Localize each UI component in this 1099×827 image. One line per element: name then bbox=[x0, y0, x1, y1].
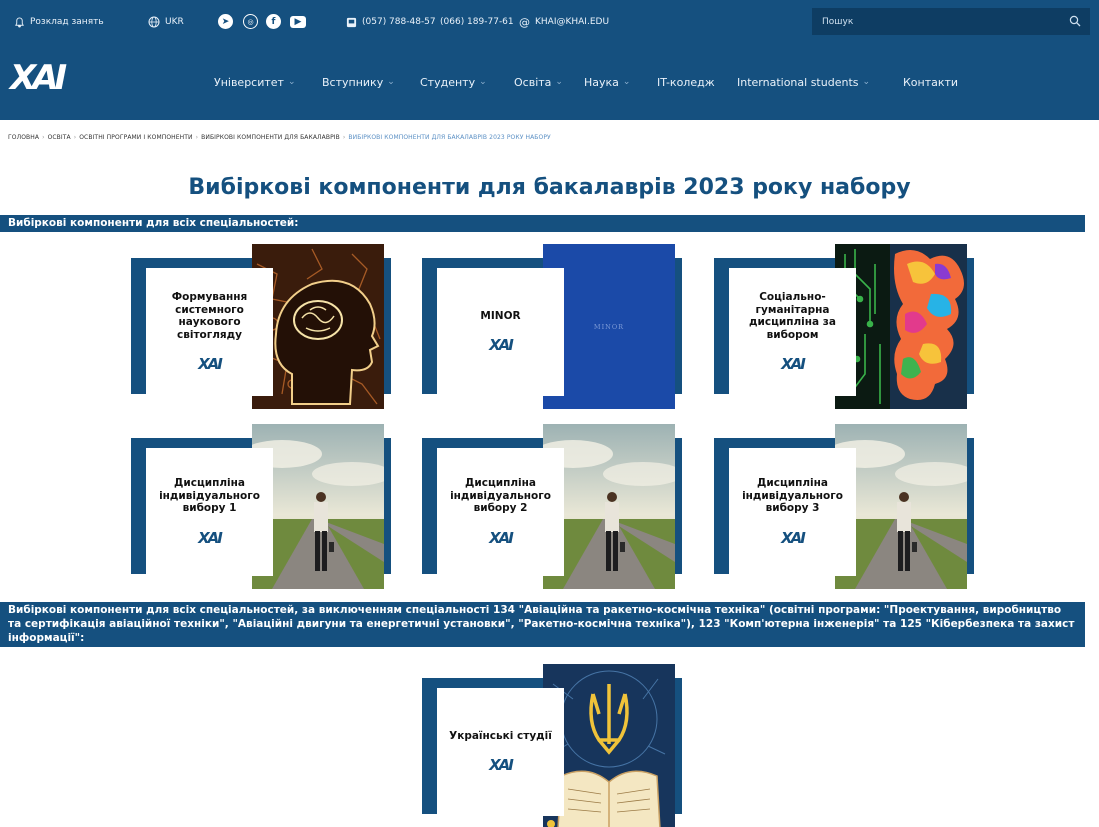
nav-item-science[interactable]: Наука ⌄ bbox=[584, 44, 630, 120]
language-switcher[interactable]: UKR bbox=[148, 0, 184, 44]
chevron-down-icon: ⌄ bbox=[479, 77, 487, 87]
minor-art-text: MINOR bbox=[593, 322, 625, 331]
phone-icon bbox=[346, 17, 357, 28]
nav-item-international[interactable]: International students ⌄ bbox=[737, 44, 870, 120]
card-logo: ХАІ bbox=[489, 336, 514, 355]
search-button[interactable] bbox=[1060, 8, 1090, 35]
search-input[interactable] bbox=[812, 8, 1060, 35]
chevron-down-icon: ⌄ bbox=[287, 77, 296, 87]
phone-link-1[interactable]: (057) 788-48-57 bbox=[346, 0, 436, 44]
chevron-down-icon: ⌄ bbox=[622, 77, 631, 87]
nav-label: Студенту bbox=[420, 75, 476, 89]
course-card-individual-choice-3[interactable]: Дисципліна індивідуального вибору 3 ХАІ bbox=[714, 424, 974, 589]
course-card-humanities[interactable]: Соціально-гуманітарна дисципліна за вибо… bbox=[714, 244, 974, 409]
course-card-individual-choice-2[interactable]: Дисципліна індивідуального вибору 2 ХАІ bbox=[422, 424, 682, 589]
card-label-panel: Українські студії ХАІ bbox=[437, 688, 564, 816]
main-navigation: ХАІ Університет ⌄ Вступнику ⌄ Студенту ⌄ Ос… bbox=[0, 44, 1099, 120]
search-box bbox=[812, 8, 1090, 35]
card-label-panel: Формування системного наукового світогля… bbox=[146, 268, 273, 396]
nav-label: Контакти bbox=[903, 75, 959, 89]
course-card-scientific-worldview[interactable]: Формування системного наукового світогля… bbox=[131, 244, 391, 409]
breadcrumb-programs[interactable]: ОСВІТНІ ПРОГРАМИ І КОМПОНЕНТИ bbox=[79, 134, 192, 141]
top-utility-bar: Розклад занять UKR ➤ ◎ f ▶ (057) 788-48-… bbox=[0, 0, 1099, 44]
chevron-down-icon: ⌄ bbox=[862, 77, 871, 87]
bell-icon bbox=[14, 16, 25, 28]
course-card-minor[interactable]: MINOR MINOR ХАІ bbox=[422, 244, 682, 409]
language-label: UKR bbox=[165, 17, 184, 27]
instagram-icon[interactable]: ◎ bbox=[243, 14, 258, 29]
card-label-panel: Дисципліна індивідуального вибору 1 ХАІ bbox=[146, 448, 273, 576]
search-icon bbox=[1069, 12, 1081, 31]
card-title: Формування системного наукового світогля… bbox=[171, 291, 248, 341]
card-logo: ХАІ bbox=[198, 355, 223, 373]
card-title: MINOR bbox=[480, 309, 521, 322]
breadcrumb-separator: › bbox=[195, 134, 199, 141]
card-title: Соціально-гуманітарна дисципліна за вибо… bbox=[749, 291, 836, 341]
nav-label: International students bbox=[737, 75, 859, 89]
page-title: Вибіркові компоненти для бакалаврів 2023… bbox=[188, 175, 911, 200]
schedule-label: Розклад занять bbox=[30, 17, 104, 27]
nav-label: Університет bbox=[214, 75, 284, 89]
email-link[interactable]: @ KHAI@KHAI.EDU bbox=[519, 0, 609, 44]
phone-2: (066) 189-77-61 bbox=[440, 17, 514, 27]
facebook-icon[interactable]: f bbox=[266, 14, 281, 29]
card-logo: ХАІ bbox=[781, 355, 806, 373]
card-logo: ХАІ bbox=[198, 528, 223, 547]
chevron-down-icon: ⌄ bbox=[555, 77, 563, 87]
card-logo: ХАІ bbox=[781, 528, 806, 547]
at-icon: @ bbox=[519, 15, 530, 29]
nav-item-student[interactable]: Студенту ⌄ bbox=[420, 44, 487, 120]
youtube-icon[interactable]: ▶ bbox=[290, 16, 306, 28]
breadcrumb-education[interactable]: ОСВІТА bbox=[48, 134, 71, 141]
chevron-down-icon: ⌄ bbox=[387, 77, 395, 87]
nav-label: Освіта bbox=[514, 75, 552, 89]
nav-label: Вступнику bbox=[322, 75, 384, 89]
card-label-panel: Соціально-гуманітарна дисципліна за вибо… bbox=[729, 268, 856, 396]
card-title: Українські студії bbox=[449, 729, 552, 742]
breadcrumb-separator: › bbox=[42, 134, 45, 141]
nav-item-university[interactable]: Університет ⌄ bbox=[214, 44, 296, 120]
breadcrumb-separator: › bbox=[342, 134, 346, 141]
card-title: Дисципліна індивідуального вибору 2 bbox=[450, 477, 551, 515]
card-title: Дисципліна індивідуального вибору 1 bbox=[159, 477, 260, 515]
nav-item-contacts[interactable]: Контакти bbox=[903, 44, 958, 120]
breadcrumb: ГОЛОВНА › ОСВІТА › ОСВІТНІ ПРОГРАМИ І КОМПОН… bbox=[8, 134, 551, 141]
nav-item-education[interactable]: Освіта ⌄ bbox=[514, 44, 563, 120]
phone-1: (057) 788-48-57 bbox=[362, 17, 436, 27]
card-label-panel: Дисципліна індивідуального вибору 2 ХАІ bbox=[437, 448, 564, 576]
card-logo: ХАІ bbox=[489, 528, 514, 547]
breadcrumb-current: ВИБІРКОВІ КОМПОНЕНТИ ДЛЯ БАКАЛАВРІВ 2023… bbox=[348, 134, 551, 141]
site-logo[interactable]: ХАІ bbox=[10, 58, 67, 98]
breadcrumb-home[interactable]: ГОЛОВНА bbox=[8, 134, 39, 141]
globe-icon bbox=[148, 16, 160, 28]
card-label-panel: MINOR ХАІ bbox=[437, 268, 564, 396]
section-heading-excluding-specialties: Вибіркові компоненти для всіх спеціально… bbox=[0, 602, 1085, 647]
breadcrumb-bachelor-components[interactable]: ВИБІРКОВІ КОМПОНЕНТИ ДЛЯ БАКАЛАВРІВ bbox=[201, 134, 340, 141]
email-label: KHAI@KHAI.EDU bbox=[535, 17, 610, 27]
nav-label: Наука bbox=[584, 75, 619, 89]
section-heading-all-specialties: Вибіркові компоненти для всіх спеціально… bbox=[0, 215, 1085, 232]
nav-label: IT-коледж bbox=[657, 75, 715, 89]
nav-item-applicant[interactable]: Вступнику ⌄ bbox=[322, 44, 395, 120]
course-card-individual-choice-1[interactable]: Дисципліна індивідуального вибору 1 ХАІ bbox=[131, 424, 391, 589]
telegram-icon[interactable]: ➤ bbox=[218, 14, 233, 29]
card-label-panel: Дисципліна індивідуального вибору 3 ХАІ bbox=[729, 448, 856, 576]
nav-item-it-college[interactable]: IT-коледж bbox=[657, 44, 715, 120]
breadcrumb-separator: › bbox=[73, 134, 77, 141]
schedule-link[interactable]: Розклад занять bbox=[14, 0, 104, 44]
phone-link-2[interactable]: (066) 189-77-61 bbox=[440, 0, 514, 44]
card-title: Дисципліна індивідуального вибору 3 bbox=[742, 477, 843, 515]
card-logo: ХАІ bbox=[489, 756, 514, 775]
course-card-ukrainian-studies[interactable]: Українські студії ХАІ bbox=[422, 664, 682, 827]
